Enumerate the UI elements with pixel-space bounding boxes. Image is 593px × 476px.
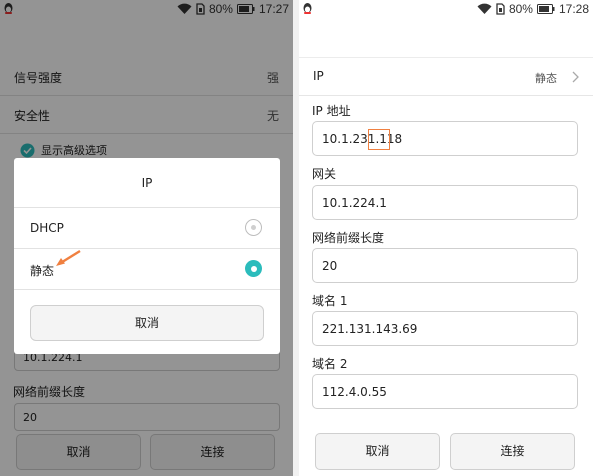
option-dhcp-label: DHCP xyxy=(30,221,64,235)
battery-percent: 80% xyxy=(508,2,533,16)
qq-icon xyxy=(303,3,312,14)
cancel-button[interactable]: 取消 xyxy=(315,433,440,470)
clock: 17:28 xyxy=(558,2,589,16)
dialog-cancel-button[interactable]: 取消 xyxy=(30,305,264,341)
radio-static[interactable] xyxy=(245,260,262,277)
battery-icon xyxy=(536,4,555,14)
sim-icon xyxy=(496,3,505,15)
annotation-arrow-icon xyxy=(56,249,81,266)
option-static-label: 静态 xyxy=(30,264,55,278)
chevron-right-icon xyxy=(572,71,579,83)
ip-settings-value: 静态 xyxy=(535,72,557,85)
divider xyxy=(14,289,280,290)
dns1-label: 域名 1 xyxy=(312,294,348,308)
ip-address-label: IP 地址 xyxy=(312,104,351,118)
dns1-input[interactable]: 221.131.143.69 xyxy=(312,311,578,346)
right-screen: 80% 17:28 IP 静态 IP 地址 10.1.231.118 网关 10… xyxy=(299,0,593,476)
dialog-title: IP xyxy=(141,176,153,190)
header-area xyxy=(299,18,593,58)
radio-dhcp[interactable] xyxy=(245,219,262,236)
gateway-label: 网关 xyxy=(312,167,337,181)
wifi-icon xyxy=(477,3,492,15)
left-screen: 80% 17:27 信号强度 强 安全性 无 显示高级选项 10.1.224.1… xyxy=(0,0,293,476)
ip-settings-label: IP xyxy=(313,69,324,83)
prefix-length-input[interactable]: 20 xyxy=(312,248,578,283)
dns2-input[interactable]: 112.4.0.55 xyxy=(312,374,578,409)
ip-settings-row[interactable]: IP 静态 xyxy=(299,58,593,96)
prefix-length-label: 网络前缀长度 xyxy=(312,231,385,245)
dns2-label: 域名 2 xyxy=(312,357,348,371)
option-dhcp[interactable]: DHCP xyxy=(14,208,280,248)
ip-address-input[interactable]: 10.1.231.118 xyxy=(312,121,578,156)
status-bar: 80% 17:28 xyxy=(299,0,593,18)
connect-button[interactable]: 连接 xyxy=(450,433,575,470)
edit-highlight xyxy=(368,129,390,150)
gateway-input[interactable]: 10.1.224.1 xyxy=(312,185,578,220)
